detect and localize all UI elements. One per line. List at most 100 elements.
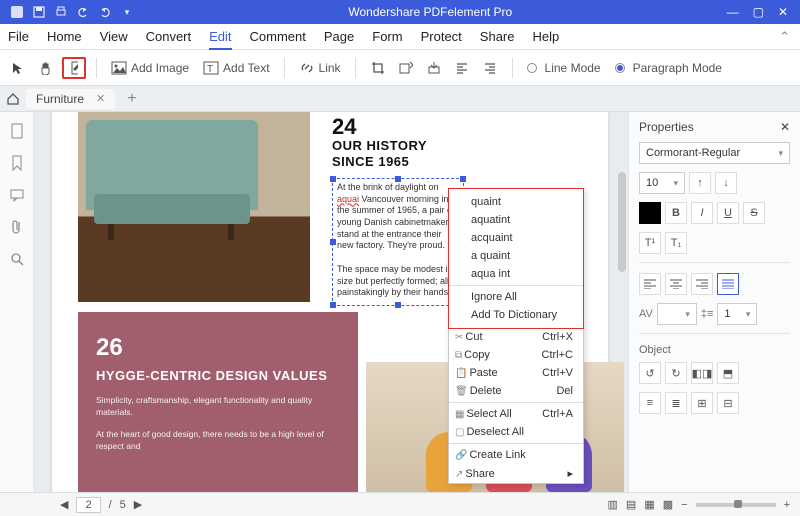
- undo-icon[interactable]: [76, 5, 90, 19]
- align-right-icon[interactable]: [478, 56, 502, 80]
- next-page-icon[interactable]: ▶: [134, 498, 142, 511]
- view-single-icon[interactable]: ▥: [608, 498, 618, 511]
- suggestion-quaint[interactable]: quaint: [449, 193, 583, 211]
- font-color-swatch[interactable]: [639, 202, 661, 224]
- italic-button[interactable]: I: [691, 202, 713, 224]
- attachments-icon[interactable]: [8, 218, 26, 236]
- distribute-v-icon[interactable]: ≣: [665, 392, 687, 414]
- distribute-h-icon[interactable]: ≡: [639, 392, 661, 414]
- ignore-all[interactable]: Ignore All: [449, 288, 583, 306]
- menu-file[interactable]: File: [8, 29, 29, 44]
- pointer-tool-icon[interactable]: [6, 56, 30, 80]
- search-icon[interactable]: [8, 250, 26, 268]
- menu-view[interactable]: View: [100, 29, 128, 44]
- cut[interactable]: ✂CutCtrl+X: [449, 328, 583, 346]
- align-right-button[interactable]: [691, 273, 713, 295]
- menu-convert[interactable]: Convert: [146, 29, 192, 44]
- edit-object-tool-icon[interactable]: [62, 57, 86, 79]
- extract-image-icon[interactable]: [422, 56, 446, 80]
- titlebar: ▾ Wondershare PDFelement Pro — ▢ ✕: [0, 0, 800, 24]
- align-objects-icon[interactable]: ⊞: [691, 392, 713, 414]
- increase-size-icon[interactable]: ↑: [689, 172, 711, 194]
- subscript-button[interactable]: T₁: [665, 232, 687, 254]
- add-to-dictionary[interactable]: Add To Dictionary: [449, 306, 583, 324]
- font-size-select[interactable]: 10▾: [639, 172, 685, 194]
- replace-image-icon[interactable]: [394, 56, 418, 80]
- tab-furniture[interactable]: Furniture ✕: [26, 89, 115, 109]
- align-justify-button[interactable]: [717, 273, 739, 295]
- superscript-button[interactable]: T¹: [639, 232, 661, 254]
- menubar: File Home View Convert Edit Comment Page…: [0, 24, 800, 50]
- maximize-button[interactable]: ▢: [753, 5, 764, 19]
- menu-help[interactable]: Help: [533, 29, 560, 44]
- menu-comment[interactable]: Comment: [250, 29, 306, 44]
- menu-page[interactable]: Page: [324, 29, 354, 44]
- flip-vertical-icon[interactable]: ⬒: [717, 362, 739, 384]
- crop-tool-icon[interactable]: [366, 56, 390, 80]
- zoom-in-icon[interactable]: +: [784, 499, 790, 511]
- menu-protect[interactable]: Protect: [421, 29, 462, 44]
- create-link[interactable]: 🔗Create Link: [449, 446, 583, 464]
- minimize-button[interactable]: —: [727, 5, 739, 19]
- view-continuous-icon[interactable]: ▤: [626, 498, 636, 511]
- decrease-size-icon[interactable]: ↓: [715, 172, 737, 194]
- add-tab-button[interactable]: +: [121, 90, 142, 108]
- underline-button[interactable]: U: [717, 202, 739, 224]
- rotate-left-icon[interactable]: ↺: [639, 362, 661, 384]
- document-canvas[interactable]: 24 OUR HISTORY SINCE 1965 At the brink o…: [34, 112, 628, 492]
- link-button[interactable]: Link: [295, 61, 345, 75]
- view-two-page-icon[interactable]: ▦: [644, 498, 654, 511]
- selected-text-box[interactable]: At the brink of daylight on aquai Vancou…: [332, 178, 464, 306]
- hand-tool-icon[interactable]: [34, 56, 58, 80]
- save-icon[interactable]: [32, 5, 46, 19]
- copy[interactable]: ⧉CopyCtrl+C: [449, 346, 583, 364]
- more-object-icon[interactable]: ⊟: [717, 392, 739, 414]
- bold-button[interactable]: B: [665, 202, 687, 224]
- share-submenu[interactable]: ↗Share▸: [449, 464, 583, 483]
- home-tab-icon[interactable]: [6, 92, 20, 106]
- deselect-all[interactable]: ▢Deselect All: [449, 423, 583, 441]
- redo-icon[interactable]: [98, 5, 112, 19]
- view-two-continuous-icon[interactable]: ▩: [663, 498, 673, 511]
- select-all[interactable]: ▦Select AllCtrl+A: [449, 405, 583, 423]
- rotate-right-icon[interactable]: ↻: [665, 362, 687, 384]
- thumbnails-icon[interactable]: [8, 122, 26, 140]
- paste[interactable]: 📋PasteCtrl+V: [449, 364, 583, 382]
- menu-share[interactable]: Share: [480, 29, 515, 44]
- tab-close-icon[interactable]: ✕: [96, 92, 105, 105]
- comments-icon[interactable]: [8, 186, 26, 204]
- menu-home[interactable]: Home: [47, 29, 82, 44]
- close-panel-icon[interactable]: ✕: [780, 120, 790, 134]
- prev-page-icon[interactable]: ◀: [60, 498, 68, 511]
- print-icon[interactable]: [54, 5, 68, 19]
- close-button[interactable]: ✕: [778, 5, 788, 19]
- font-family-select[interactable]: Cormorant-Regular▾: [639, 142, 790, 164]
- zoom-out-icon[interactable]: −: [681, 499, 687, 511]
- page-current[interactable]: 2: [76, 497, 100, 513]
- paragraph-mode-radio[interactable]: Paragraph Mode: [611, 61, 726, 75]
- add-text-button[interactable]: T Add Text: [199, 61, 273, 75]
- properties-panel: Properties✕ Cormorant-Regular▾ 10▾ ↑ ↓ B…: [628, 112, 800, 492]
- char-spacing-select[interactable]: ▾: [657, 303, 697, 325]
- menu-form[interactable]: Form: [372, 29, 402, 44]
- delete[interactable]: 🗑DeleteDel: [449, 382, 583, 400]
- menu-edit[interactable]: Edit: [209, 29, 231, 50]
- collapse-ribbon-icon[interactable]: ⌃: [779, 29, 790, 45]
- line-spacing-select[interactable]: 1▾: [717, 303, 757, 325]
- suggestion-a-quaint[interactable]: a quaint: [449, 247, 583, 265]
- misspelled-word[interactable]: aquai: [337, 194, 359, 204]
- suggestion-acquaint[interactable]: acquaint: [449, 229, 583, 247]
- align-left-icon[interactable]: [450, 56, 474, 80]
- suggestion-aquatint[interactable]: aquatint: [449, 211, 583, 229]
- align-left-button[interactable]: [639, 273, 661, 295]
- add-image-button[interactable]: Add Image: [107, 61, 193, 75]
- qa-dropdown-icon[interactable]: ▾: [120, 5, 134, 19]
- line-mode-radio[interactable]: Line Mode: [523, 61, 605, 75]
- vertical-scrollbar[interactable]: [618, 172, 626, 272]
- bookmarks-icon[interactable]: [8, 154, 26, 172]
- strikethrough-button[interactable]: S: [743, 202, 765, 224]
- align-center-button[interactable]: [665, 273, 687, 295]
- flip-horizontal-icon[interactable]: ◧◨: [691, 362, 713, 384]
- suggestion-aqua-int[interactable]: aqua int: [449, 265, 583, 283]
- zoom-slider[interactable]: [696, 503, 776, 507]
